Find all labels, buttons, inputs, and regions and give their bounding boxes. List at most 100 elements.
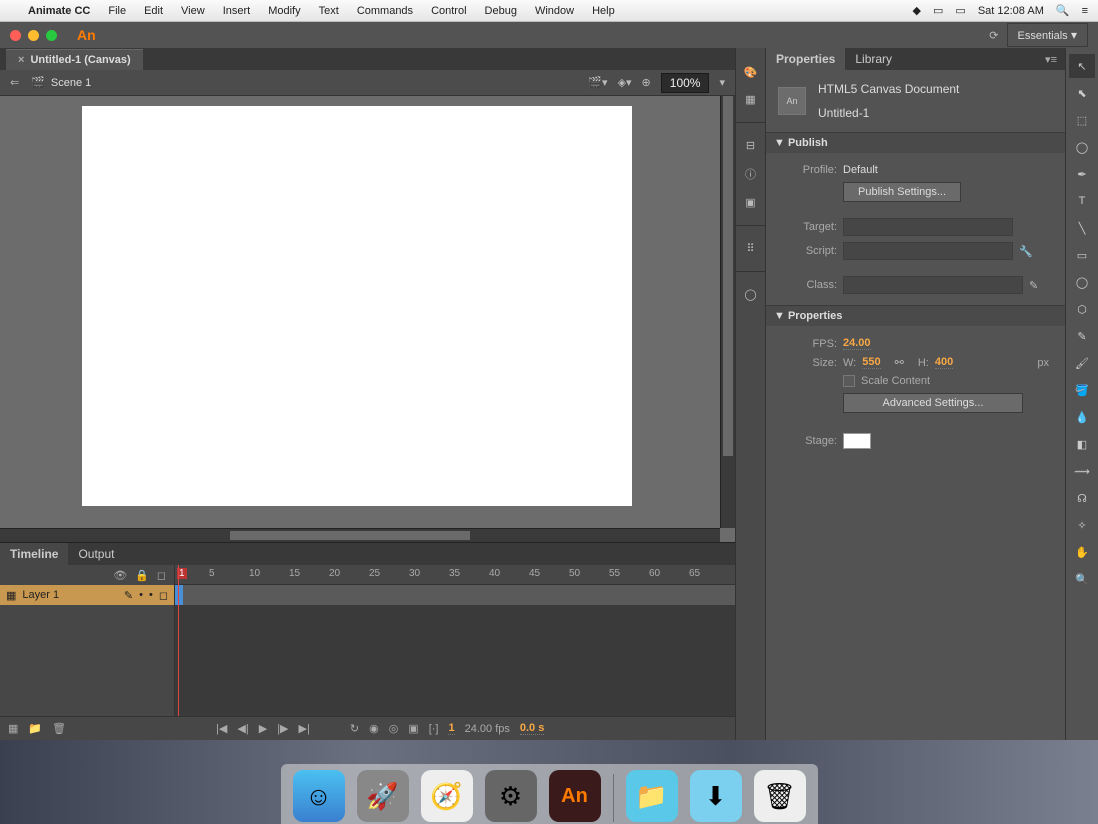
frame-track[interactable] [175, 585, 735, 605]
stage-canvas[interactable] [82, 106, 632, 506]
polystar-tool[interactable]: ⬡ [1069, 297, 1095, 321]
onion-outline-icon[interactable]: ◎ [389, 722, 399, 735]
link-size-icon[interactable]: ⚯ [895, 356, 904, 369]
clock[interactable]: Sat 12:08 AM [978, 5, 1044, 17]
dock-animate[interactable]: An [549, 770, 601, 822]
width-field[interactable]: 550 [862, 356, 880, 369]
edit-multiple-icon[interactable]: ▣ [408, 722, 418, 735]
last-frame-icon[interactable]: ▶| [299, 722, 310, 735]
eyedropper-tool[interactable]: 💧 [1069, 405, 1095, 429]
menu-control[interactable]: Control [431, 5, 466, 17]
play-icon[interactable]: ▶ [259, 722, 267, 735]
zoom-field[interactable]: 100% [661, 73, 710, 93]
delete-layer-icon[interactable]: 🗑 [52, 722, 66, 735]
frame-ruler[interactable]: 1 5 10 15 20 25 30 35 40 45 50 55 [175, 565, 735, 585]
rectangle-tool[interactable]: ▭ [1069, 243, 1095, 267]
fps-field[interactable]: 24.00 [843, 337, 871, 350]
dock-trash[interactable]: 🗑 [754, 770, 806, 822]
scale-content-checkbox[interactable] [843, 375, 855, 387]
edit-symbol-icon[interactable]: ◈▾ [618, 76, 632, 89]
marker-icon[interactable]: [·] [429, 723, 439, 735]
text-tool[interactable]: T [1069, 189, 1095, 213]
panel-menu-icon[interactable]: ▾≡ [1045, 53, 1065, 66]
layer-row[interactable]: ▦ Layer 1 ✎ ••◻ [0, 585, 174, 605]
bone-tool[interactable]: ☊ [1069, 486, 1095, 510]
stage-area[interactable] [0, 96, 735, 542]
layer-name[interactable]: Layer 1 [22, 589, 59, 601]
menu-text[interactable]: Text [319, 5, 339, 17]
lock-icon[interactable]: 🔒 [135, 569, 149, 582]
new-folder-icon[interactable]: 📁 [28, 722, 42, 735]
transform-icon[interactable]: ▣ [745, 196, 755, 209]
step-fwd-icon[interactable]: |▶ [277, 722, 288, 735]
hand-tool[interactable]: ✋ [1069, 540, 1095, 564]
back-icon[interactable]: ⇐ [10, 76, 19, 89]
dock-finder[interactable]: ☺ [293, 770, 345, 822]
frames-area[interactable]: 1 5 10 15 20 25 30 35 40 45 50 55 [175, 565, 735, 716]
camera-tool[interactable]: ✧ [1069, 513, 1095, 537]
zoom-dropdown-icon[interactable]: ▾ [719, 76, 725, 89]
menu-help[interactable]: Help [592, 5, 615, 17]
brush-tool[interactable]: 🖌 [1069, 351, 1095, 375]
loop-icon[interactable]: ↻ [350, 722, 359, 735]
dock-launchpad[interactable]: 🚀 [357, 770, 409, 822]
playhead[interactable] [178, 565, 179, 716]
line-tool[interactable]: ╲ [1069, 216, 1095, 240]
current-frame[interactable]: 1 [448, 722, 454, 735]
lasso-tool[interactable]: ◯ [1069, 135, 1095, 159]
menu-commands[interactable]: Commands [357, 5, 413, 17]
menu-window[interactable]: Window [535, 5, 574, 17]
advanced-settings-button[interactable]: Advanced Settings... [843, 393, 1023, 413]
battery-icon[interactable]: ▭ [955, 4, 965, 17]
width-tool[interactable]: ⟿ [1069, 459, 1095, 483]
subselection-tool[interactable]: ⬉ [1069, 81, 1095, 105]
menu-file[interactable]: File [108, 5, 126, 17]
onion-skin-icon[interactable]: ◉ [369, 722, 379, 735]
first-frame-icon[interactable]: |◀ [216, 722, 227, 735]
close-button[interactable] [10, 30, 21, 41]
notification-icon[interactable]: ◆ [913, 4, 921, 17]
menu-edit[interactable]: Edit [144, 5, 163, 17]
zoom-tool[interactable]: 🔍 [1069, 567, 1095, 591]
stage-color-swatch[interactable] [843, 433, 871, 449]
menu-view[interactable]: View [181, 5, 205, 17]
maximize-button[interactable] [46, 30, 57, 41]
menu-debug[interactable]: Debug [485, 5, 517, 17]
dock-safari[interactable]: 🧭 [421, 770, 473, 822]
visibility-icon[interactable]: 👁 [113, 569, 127, 582]
outline-icon[interactable]: ◻ [157, 569, 166, 582]
menu-modify[interactable]: Modify [268, 5, 300, 17]
workspace-switcher[interactable]: Essentials ▾ [1007, 23, 1089, 47]
snippets-icon[interactable]: ⠿ [746, 242, 754, 255]
cc-icon[interactable]: ◯ [744, 288, 756, 301]
align-icon[interactable]: ⊟ [746, 139, 755, 152]
horizontal-scrollbar[interactable] [0, 528, 720, 542]
menu-insert[interactable]: Insert [223, 5, 251, 17]
display-icon[interactable]: ▭ [933, 4, 943, 17]
tab-library[interactable]: Library [845, 48, 902, 70]
info-icon[interactable]: ⓘ [745, 166, 756, 182]
dock-settings[interactable]: ⚙ [485, 770, 537, 822]
dock-folder[interactable]: 📁 [626, 770, 678, 822]
pen-tool[interactable]: ✒ [1069, 162, 1095, 186]
sync-icon[interactable]: ⟳ [989, 29, 998, 42]
minimize-button[interactable] [28, 30, 39, 41]
spotlight-icon[interactable]: 🔍 [1056, 4, 1070, 17]
menu-icon[interactable]: ≡ [1082, 5, 1088, 17]
swatches-icon[interactable]: ▦ [745, 93, 755, 106]
pencil-tool[interactable]: ✎ [1069, 324, 1095, 348]
publish-header[interactable]: ▼ Publish [766, 133, 1065, 153]
scene-name[interactable]: Scene 1 [51, 77, 91, 89]
dock-downloads[interactable]: ⬇ [690, 770, 742, 822]
selection-tool[interactable]: ↖ [1069, 54, 1095, 78]
edit-scene-icon[interactable]: 🎬▾ [588, 76, 607, 89]
step-back-icon[interactable]: ◀| [237, 722, 248, 735]
publish-settings-button[interactable]: Publish Settings... [843, 182, 961, 202]
height-field[interactable]: 400 [935, 356, 953, 369]
close-tab-icon[interactable]: × [18, 54, 24, 66]
color-panel-icon[interactable]: 🎨 [744, 66, 758, 79]
document-tab[interactable]: ×Untitled-1 (Canvas) [6, 49, 143, 70]
tab-timeline[interactable]: Timeline [0, 543, 68, 565]
tab-output[interactable]: Output [68, 543, 124, 565]
properties-header[interactable]: ▼ Properties [766, 306, 1065, 326]
